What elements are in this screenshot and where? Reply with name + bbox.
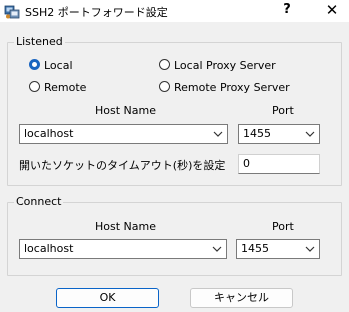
connect-port-value: 1455	[241, 242, 269, 255]
radio-local-proxy-server-label: Local Proxy Server	[174, 59, 276, 72]
radio-remote-proxy-server[interactable]: Remote Proxy Server	[159, 80, 319, 95]
ok-button[interactable]: OK	[56, 288, 159, 308]
connect-port-header: Port	[272, 220, 294, 233]
chevron-down-icon	[305, 246, 315, 252]
connect-host-name-header: Host Name	[95, 220, 156, 233]
radio-local[interactable]: Local	[29, 58, 109, 73]
radio-remote[interactable]: Remote	[29, 80, 109, 95]
listened-host-combo[interactable]: localhost	[19, 124, 228, 144]
listened-group-label: Listened	[14, 35, 65, 49]
timeout-input[interactable]: 0	[238, 154, 320, 174]
chevron-down-icon	[212, 246, 222, 252]
title-bar: SSH2 ポートフォワード設定 ? ✕	[0, 0, 349, 22]
radio-local-proxy-server-indicator	[159, 59, 170, 70]
app-icon	[4, 5, 20, 19]
radio-remote-proxy-server-indicator	[159, 81, 170, 92]
timeout-value: 0	[243, 157, 250, 170]
listened-host-name-header: Host Name	[95, 104, 156, 117]
connect-host-value: localhost	[24, 242, 74, 255]
listened-port-header: Port	[272, 104, 294, 117]
chevron-down-icon	[305, 131, 315, 137]
listened-port-value: 1455	[243, 127, 271, 140]
radio-local-proxy-server[interactable]: Local Proxy Server	[159, 58, 309, 73]
radio-local-label: Local	[44, 59, 73, 72]
listened-port-combo[interactable]: 1455	[238, 124, 320, 144]
listened-host-value: localhost	[24, 127, 74, 140]
timeout-label: 開いたソケットのタイムアウト(秒)を設定	[19, 159, 226, 172]
connect-port-combo[interactable]: 1455	[236, 239, 320, 259]
radio-remote-indicator	[29, 81, 40, 92]
cancel-button[interactable]: キャンセル	[190, 288, 293, 308]
help-button[interactable]: ?	[272, 0, 302, 22]
chevron-down-icon	[213, 131, 223, 137]
close-button[interactable]: ✕	[317, 0, 347, 22]
connect-host-combo[interactable]: localhost	[19, 239, 227, 259]
port-forward-dialog: SSH2 ポートフォワード設定 ? ✕ Listened Local Local…	[0, 0, 349, 312]
window-title: SSH2 ポートフォワード設定	[25, 6, 168, 19]
radio-remote-proxy-server-label: Remote Proxy Server	[174, 81, 290, 94]
connect-group-label: Connect	[14, 195, 64, 209]
radio-local-indicator	[29, 59, 40, 70]
radio-remote-label: Remote	[44, 81, 87, 94]
